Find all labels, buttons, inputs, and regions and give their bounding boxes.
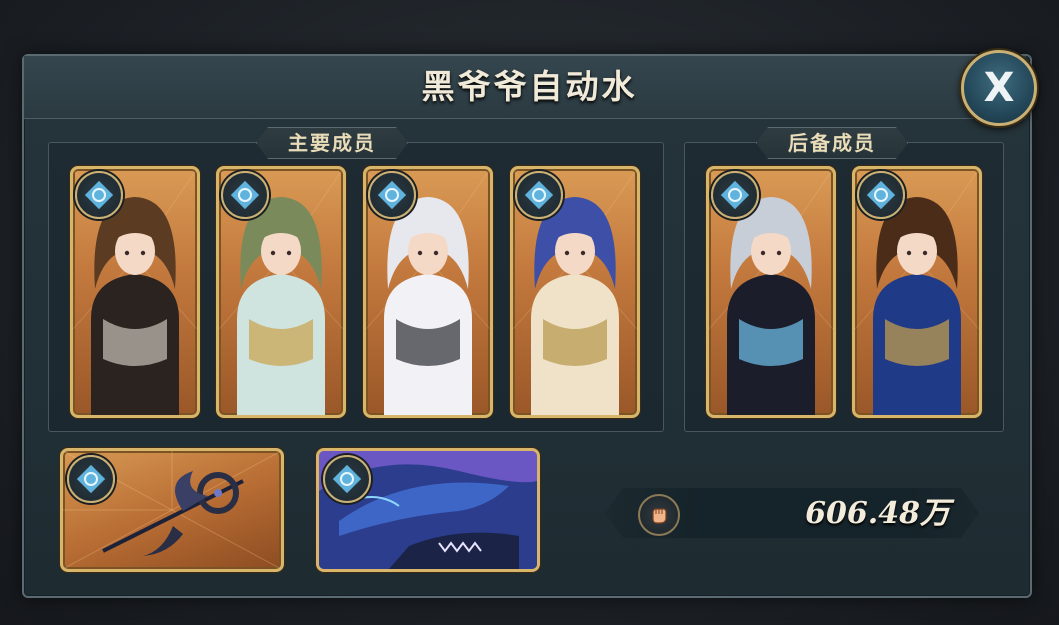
summon-card[interactable]	[316, 448, 540, 572]
character-card-white-hair-girl[interactable]	[363, 166, 493, 418]
weapon-card[interactable]	[60, 448, 284, 572]
power-badge	[638, 494, 680, 536]
swirl-element-icon	[378, 181, 406, 209]
element-badge	[368, 171, 416, 219]
close-icon: X	[983, 65, 1015, 111]
character-card-brown-hair-knight-girl[interactable]	[70, 166, 200, 418]
swirl-element-icon	[85, 181, 113, 209]
character-card-blue-hair-girl[interactable]	[510, 166, 640, 418]
element-badge	[323, 455, 371, 503]
fist-icon	[652, 508, 667, 524]
element-badge	[67, 455, 115, 503]
swirl-element-icon	[867, 181, 895, 209]
swirl-element-icon	[77, 465, 105, 493]
swirl-element-icon	[231, 181, 259, 209]
element-badge	[221, 171, 269, 219]
swirl-element-icon	[721, 181, 749, 209]
main-members-label: 主要成员	[256, 127, 408, 159]
element-badge	[75, 171, 123, 219]
element-badge	[515, 171, 563, 219]
character-card-silver-hair-woman[interactable]	[706, 166, 836, 418]
element-badge	[857, 171, 905, 219]
reserve-members-label: 后备成员	[756, 127, 908, 159]
power-value: 606.48万	[805, 496, 950, 531]
swirl-element-icon	[525, 181, 553, 209]
element-badge	[711, 171, 759, 219]
swirl-element-icon	[333, 465, 361, 493]
character-card-brown-hair-man[interactable]	[852, 166, 982, 418]
team-name-title: 黑爷爷自动水	[421, 67, 638, 106]
close-button[interactable]: X	[961, 50, 1037, 126]
character-card-elf-green-hair-girl[interactable]	[216, 166, 346, 418]
